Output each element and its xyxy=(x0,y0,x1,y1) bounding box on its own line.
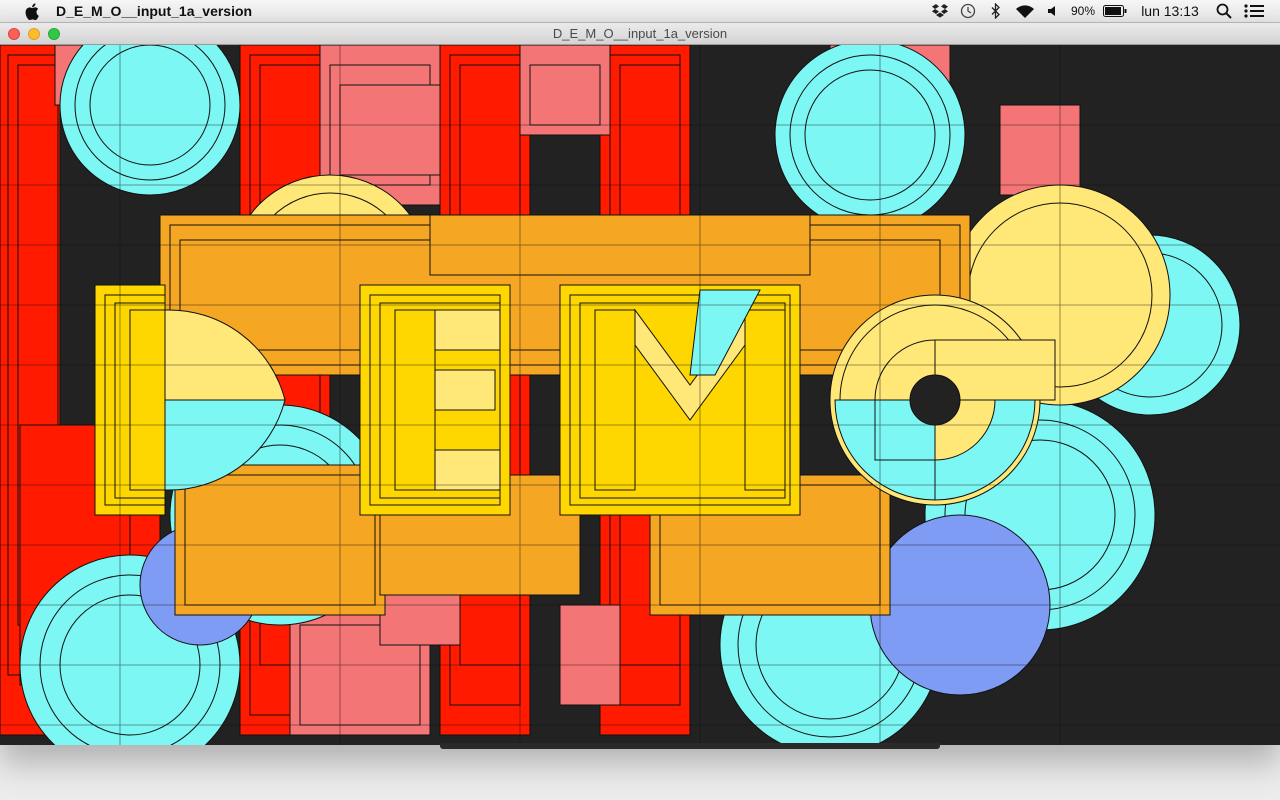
spotlight-icon[interactable] xyxy=(1210,0,1238,22)
apple-menu-icon[interactable] xyxy=(22,2,42,20)
title-bar[interactable]: D_E_M_O__input_1a_version xyxy=(0,23,1280,45)
bluetooth-icon[interactable] xyxy=(982,0,1010,22)
window-title: D_E_M_O__input_1a_version xyxy=(552,26,728,41)
generative-canvas xyxy=(0,45,1280,745)
battery-percent: 90% xyxy=(1070,4,1096,18)
notification-center-icon[interactable] xyxy=(1238,0,1270,22)
menu-bar: D_E_M_O__input_1a_version 90% lun 13:13 xyxy=(0,0,1280,23)
dropbox-icon[interactable] xyxy=(926,0,954,22)
status-area: 90% lun 13:13 xyxy=(926,0,1270,22)
window-shadow-edge xyxy=(440,743,940,749)
app-window: D_E_M_O__input_1a_version xyxy=(0,23,1280,745)
clock[interactable]: lun 13:13 xyxy=(1130,0,1210,22)
wifi-icon[interactable] xyxy=(1010,0,1040,22)
demo-letters xyxy=(94,284,801,516)
battery-icon[interactable] xyxy=(1100,0,1130,22)
app-menu[interactable]: D_E_M_O__input_1a_version xyxy=(56,3,252,19)
volume-icon[interactable] xyxy=(1040,0,1066,22)
time-machine-icon[interactable] xyxy=(954,0,982,22)
